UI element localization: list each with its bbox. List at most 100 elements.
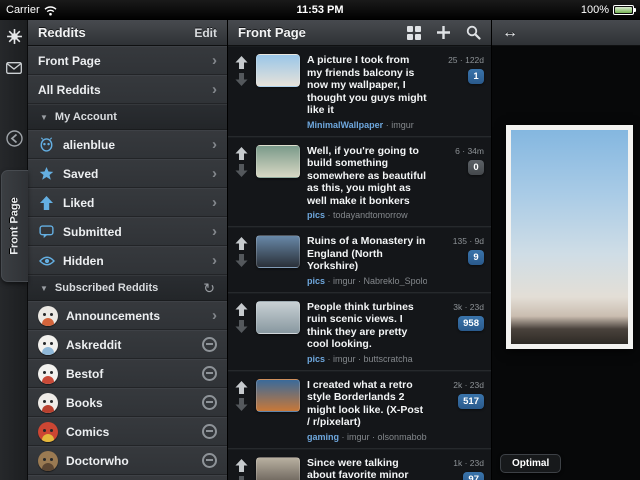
collapse-panel-icon[interactable]	[0, 130, 28, 147]
post-score-age: 3k · 23d	[453, 302, 484, 312]
unsubscribe-icon[interactable]	[202, 424, 217, 439]
sidebar-item-label: Doctorwho	[66, 454, 194, 468]
downvote-icon[interactable]	[235, 254, 248, 267]
post-thumbnail[interactable]	[256, 457, 300, 480]
post-subreddit[interactable]: gaming	[307, 432, 339, 442]
post-thumbnail[interactable]	[256, 301, 300, 334]
refresh-icon[interactable]: ↻	[203, 280, 215, 297]
comments-badge[interactable]: 97	[463, 472, 484, 480]
sidebar-item-label: Front Page	[38, 54, 204, 68]
section-label: Subscribed Reddits	[55, 282, 196, 294]
messages-icon[interactable]	[0, 62, 28, 74]
post-thumbnail[interactable]	[256, 145, 300, 178]
post-title: Ruins of a Monastery in England (North Y…	[307, 235, 427, 273]
sidebar-item-submitted[interactable]: Submitted ›	[28, 217, 227, 246]
post-score-age: 2k · 23d	[453, 380, 484, 390]
upvote-icon[interactable]	[235, 56, 248, 69]
separator: ·	[328, 276, 331, 286]
sidebar-item-label: Saved	[63, 167, 204, 181]
post-subreddit[interactable]: pics	[307, 276, 325, 286]
post-thumbnail[interactable]	[256, 379, 300, 412]
post-row[interactable]: I created what a retro style Borderlands…	[228, 371, 491, 449]
downvote-icon[interactable]	[235, 164, 248, 177]
post-title: People think turbines ruin scenic views.…	[307, 301, 427, 351]
sidebar-item-all-reddits[interactable]: All Reddits ›	[28, 75, 227, 104]
post-row[interactable]: Ruins of a Monastery in England (North Y…	[228, 227, 491, 293]
downvote-icon[interactable]	[235, 73, 248, 86]
post-source: todayandtomorrow	[333, 210, 408, 220]
sidebar-item-comics[interactable]: Comics	[28, 417, 227, 446]
comments-badge[interactable]: 9	[468, 250, 484, 265]
app-logo-icon[interactable]	[0, 28, 28, 45]
sidebar-item-liked[interactable]: Liked ›	[28, 188, 227, 217]
sidebar-item-announcements[interactable]: Announcements ›	[28, 301, 227, 330]
battery-fill	[615, 7, 632, 13]
section-my-account[interactable]: ▼ My Account	[28, 104, 227, 130]
comments-badge[interactable]: 0	[468, 160, 484, 175]
separator: ·	[328, 354, 331, 364]
sidebar-item-doesanybodyelse[interactable]: Doesanybodyelse	[28, 475, 227, 480]
upvote-icon[interactable]	[235, 147, 248, 160]
sidebar-item-label: alienblue	[63, 138, 204, 152]
unsubscribe-icon[interactable]	[202, 337, 217, 352]
resize-icon[interactable]: ↔	[502, 24, 518, 42]
comments-badge[interactable]: 517	[458, 394, 484, 409]
post-row[interactable]: People think turbines ruin scenic views.…	[228, 293, 491, 371]
post-subreddit[interactable]: MinimalWallpaper	[307, 120, 383, 130]
downvote-icon[interactable]	[235, 476, 248, 480]
upvote-icon[interactable]	[235, 381, 248, 394]
chevron-right-icon: ›	[212, 53, 217, 68]
battery-percent: 100%	[581, 4, 609, 16]
sidebar-item-hidden[interactable]: Hidden ›	[28, 246, 227, 275]
comments-badge[interactable]: 1	[468, 69, 484, 84]
battery-nub	[634, 8, 636, 12]
chevron-right-icon: ›	[212, 195, 217, 210]
layout-grid-icon[interactable]	[407, 26, 421, 40]
upvote-icon[interactable]	[235, 459, 248, 472]
unsubscribe-icon[interactable]	[202, 395, 217, 410]
postlist-title: Front Page	[238, 25, 306, 40]
add-post-icon[interactable]	[436, 25, 451, 40]
post-thumbnail[interactable]	[256, 54, 300, 87]
post-subreddit[interactable]: pics	[307, 210, 325, 220]
eye-icon	[38, 255, 55, 267]
search-icon[interactable]	[466, 25, 481, 40]
sidebar-item-saved[interactable]: Saved ›	[28, 159, 227, 188]
post-row[interactable]: Since were talking about favorite minor …	[228, 449, 491, 480]
upvote-icon[interactable]	[235, 303, 248, 316]
post-row[interactable]: A picture I took from my friends balcony…	[228, 46, 491, 137]
sidebar-item-bestof[interactable]: Bestof	[28, 359, 227, 388]
sidebar-title: Reddits	[38, 25, 194, 40]
sidebar-item-books[interactable]: Books	[28, 388, 227, 417]
sidebar-item-doctorwho[interactable]: Doctorwho	[28, 446, 227, 475]
unsubscribe-icon[interactable]	[202, 366, 217, 381]
upvote-icon[interactable]	[235, 237, 248, 250]
post-subreddit[interactable]: pics	[307, 354, 325, 364]
wifi-icon	[44, 5, 57, 16]
sidebar-item-label: Announcements	[66, 309, 204, 323]
sidebar-item-askreddit[interactable]: Askreddit	[28, 330, 227, 359]
sidebar-item-alienblue[interactable]: alienblue ›	[28, 130, 227, 159]
post-score-age: 1k · 23d	[453, 458, 484, 468]
edit-button[interactable]: Edit	[194, 26, 217, 40]
image-quality-button[interactable]: Optimal	[500, 454, 561, 473]
downvote-icon[interactable]	[235, 320, 248, 333]
post-row[interactable]: Well, if you're going to build something…	[228, 137, 491, 228]
subreddit-avatar	[38, 306, 58, 326]
post-thumbnail[interactable]	[256, 235, 300, 268]
post-source: imgur · Nabreklo_Spolo	[333, 276, 427, 286]
sidebar-header: Reddits Edit	[28, 20, 227, 46]
comments-badge[interactable]: 958	[458, 316, 484, 331]
tab-front-page[interactable]: Front Page	[1, 170, 28, 282]
post-image[interactable]	[506, 125, 633, 349]
post-source: imgur · buttscratcha	[333, 354, 413, 364]
disclosure-triangle-icon: ▼	[40, 284, 48, 293]
carrier-label: Carrier	[6, 4, 40, 16]
sidebar-item-front-page[interactable]: Front Page ›	[28, 46, 227, 75]
arrow-up-icon	[38, 196, 55, 210]
section-subscribed-reddits[interactable]: ▼ Subscribed Reddits ↻	[28, 275, 227, 301]
downvote-icon[interactable]	[235, 398, 248, 411]
subreddit-avatar	[38, 393, 58, 413]
clock: 11:53 PM	[156, 4, 484, 16]
unsubscribe-icon[interactable]	[202, 453, 217, 468]
